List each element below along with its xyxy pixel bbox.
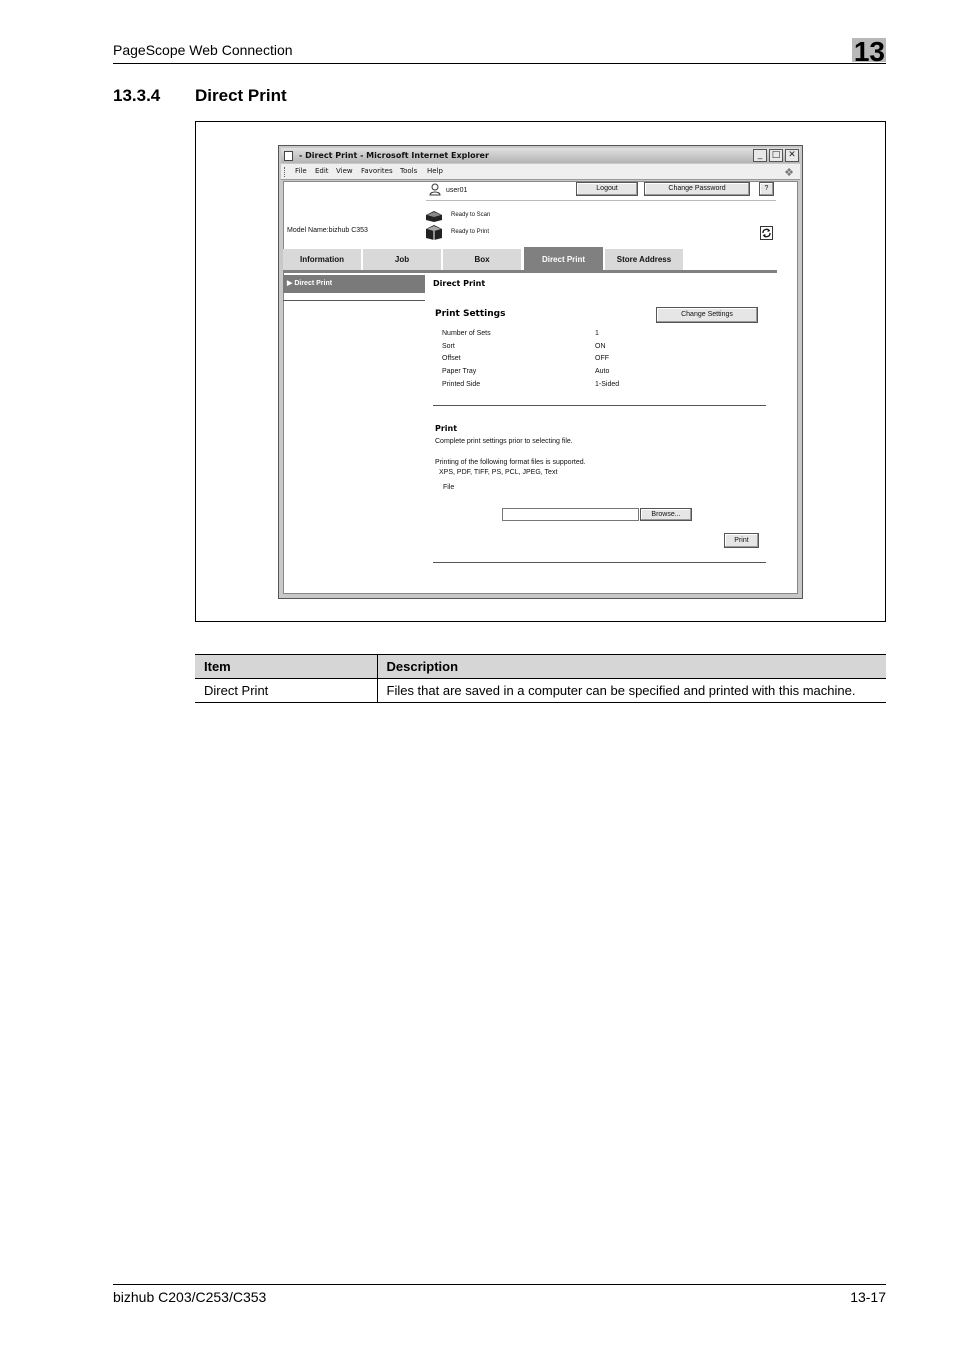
setting-label-paper-tray: Paper Tray — [442, 368, 477, 375]
header-title: PageScope Web Connection — [113, 42, 293, 58]
setting-label-offset: Offset — [442, 355, 461, 362]
menu-view[interactable]: View — [336, 167, 353, 175]
tab-store-address[interactable]: Store Address — [605, 249, 683, 270]
tab-job[interactable]: Job — [363, 249, 441, 270]
user-bar-divider — [426, 200, 776, 201]
menu-tools[interactable]: Tools — [400, 167, 417, 175]
menu-bar: File Edit View Favorites Tools Help ❖ — [281, 164, 800, 180]
ie-page-icon — [284, 151, 293, 161]
print-settings-heading: Print Settings — [435, 309, 506, 319]
tab-information[interactable]: Information — [283, 249, 361, 270]
setting-value-printed-side: 1-Sided — [595, 381, 620, 388]
column-header-item: Item — [195, 654, 378, 679]
footer-product: bizhub C203/C253/C353 — [113, 1289, 267, 1305]
section-number: 13.3.4 — [113, 86, 161, 105]
side-menu-divider — [283, 300, 425, 301]
toolbar-grip — [284, 167, 286, 177]
print-heading: Print — [435, 424, 458, 433]
menu-help[interactable]: Help — [427, 167, 443, 175]
close-icon[interactable]: ✕ — [785, 149, 799, 162]
setting-value-sets: 1 — [595, 330, 599, 337]
browser-titlebar: - Direct Print - Microsoft Internet Expl… — [281, 148, 800, 163]
cell-item: Direct Print — [195, 678, 378, 703]
setting-value-offset: OFF — [595, 355, 609, 362]
print-note-formats: Printing of the following format files i… — [435, 459, 586, 466]
browser-content — [283, 181, 798, 594]
side-menu-direct-print[interactable]: ▶ Direct Print — [283, 275, 425, 293]
refresh-icon[interactable] — [760, 226, 773, 240]
section-heading: 13.3.4 Direct Print — [113, 86, 287, 106]
side-menu-label: Direct Print — [294, 280, 333, 287]
settings-divider — [433, 405, 766, 406]
print-supported-formats: XPS, PDF, TIFF, PS, PCL, JPEG, Text — [439, 469, 558, 476]
section-title: Direct Print — [195, 86, 287, 105]
change-settings-button[interactable]: Change Settings — [656, 307, 758, 323]
cell-description: Files that are saved in a computer can b… — [377, 678, 886, 703]
tab-direct-print[interactable]: Direct Print — [524, 247, 603, 270]
scanner-icon — [426, 211, 442, 222]
browser-window: - Direct Print - Microsoft Internet Expl… — [278, 145, 803, 599]
help-button[interactable]: ? — [759, 182, 774, 196]
change-password-button[interactable]: Change Password — [644, 182, 750, 196]
minimize-icon[interactable]: _ — [753, 149, 767, 162]
user-icon — [429, 183, 441, 196]
table-header-row: Item Description — [195, 654, 886, 679]
logout-button[interactable]: Logout — [576, 182, 638, 196]
file-label: File — [443, 484, 455, 491]
file-path-input[interactable] — [502, 508, 639, 521]
chapter-number: 13 — [853, 36, 885, 67]
setting-label-sets: Number of Sets — [442, 330, 491, 337]
print-note-settings: Complete print settings prior to selecti… — [435, 438, 573, 445]
status-scan: Ready to Scan — [451, 212, 491, 218]
menu-edit[interactable]: Edit — [315, 167, 329, 175]
setting-label-sort: Sort — [442, 343, 455, 350]
tab-underline — [283, 270, 777, 273]
maximize-icon[interactable]: □ — [769, 149, 783, 162]
browse-button[interactable]: Browse... — [640, 508, 692, 521]
page-heading: Direct Print — [433, 279, 486, 288]
status-print: Ready to Print — [451, 229, 490, 235]
window-title: - Direct Print - Microsoft Internet Expl… — [299, 151, 489, 160]
model-name: Model Name:bizhub C353 — [287, 227, 368, 234]
print-divider — [433, 562, 766, 563]
setting-value-sort: ON — [595, 343, 606, 350]
running-header: PageScope Web Connection 13 — [113, 36, 886, 67]
menu-favorites[interactable]: Favorites — [361, 167, 393, 175]
user-name: user01 — [446, 187, 468, 194]
windows-flag-icon: ❖ — [784, 166, 794, 179]
table-row: Direct Print Files that are saved in a c… — [195, 678, 886, 703]
setting-value-paper-tray: Auto — [595, 368, 610, 375]
page-footer: bizhub C203/C253/C353 13-17 — [113, 1284, 886, 1305]
printer-icon — [426, 225, 442, 240]
tab-box[interactable]: Box — [443, 249, 521, 270]
footer-page-number: 13-17 — [850, 1289, 886, 1305]
menu-file[interactable]: File — [295, 167, 307, 175]
description-table: Item Description Direct Print Files that… — [195, 654, 886, 703]
print-button[interactable]: Print — [724, 533, 759, 548]
column-header-description: Description — [377, 654, 886, 679]
setting-label-printed-side: Printed Side — [442, 381, 481, 388]
